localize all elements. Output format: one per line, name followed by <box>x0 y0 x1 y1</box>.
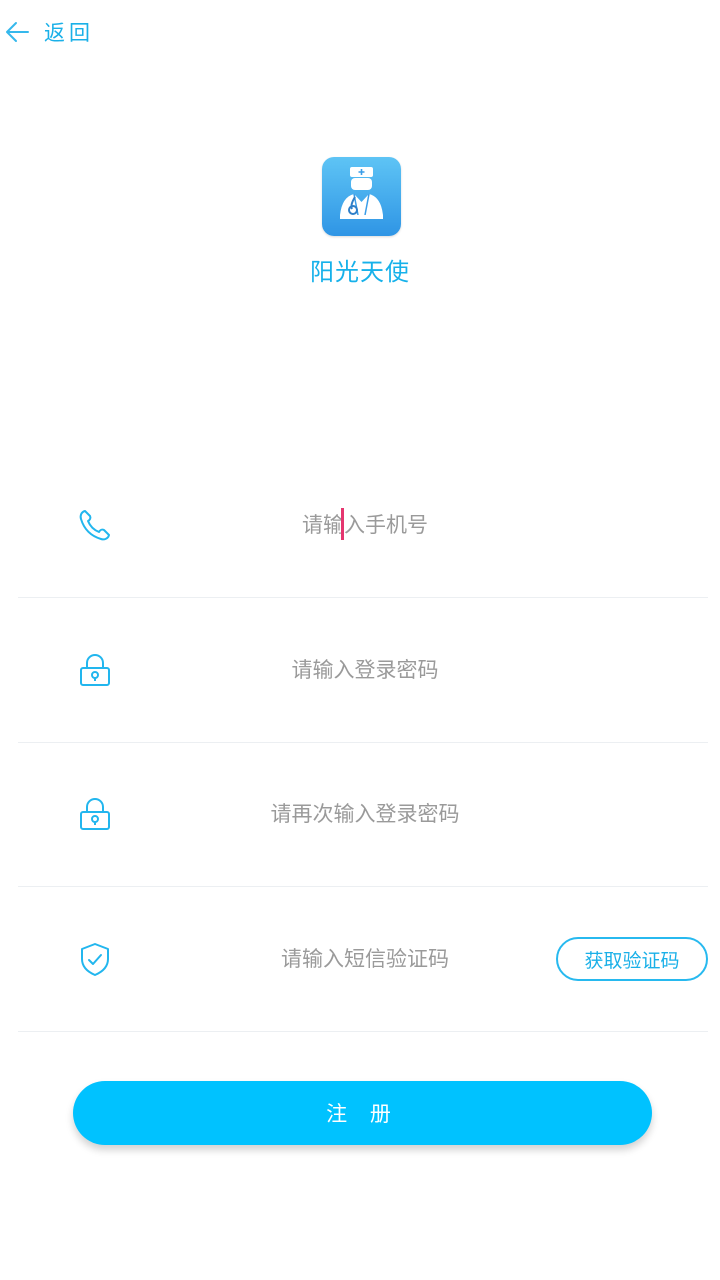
confirm-password-row <box>18 742 708 887</box>
lock-icon <box>80 798 110 830</box>
back-label: 返回 <box>44 21 94 45</box>
phone-input[interactable] <box>138 512 592 538</box>
arrow-left-icon <box>6 22 29 42</box>
confirm-password-field[interactable] <box>138 801 592 827</box>
shield-check-icon <box>81 943 109 976</box>
app-logo <box>322 157 401 236</box>
password-field[interactable] <box>138 657 592 683</box>
text-caret <box>341 508 344 540</box>
register-button[interactable]: 注 册 <box>73 1081 652 1145</box>
password-row <box>18 598 708 743</box>
confirm-password-input[interactable] <box>138 801 592 827</box>
get-code-button[interactable]: 获取验证码 <box>556 937 708 981</box>
phone-field[interactable] <box>138 512 592 538</box>
back-button[interactable]: 返回 <box>4 16 94 48</box>
phone-row <box>18 453 708 598</box>
lock-icon <box>80 654 110 686</box>
app-name: 阳光天使 <box>310 258 410 286</box>
phone-icon <box>79 510 110 541</box>
sms-code-field[interactable] <box>138 946 592 972</box>
password-input[interactable] <box>138 657 592 683</box>
doctor-icon <box>340 167 383 219</box>
sms-code-row: 获取验证码 <box>18 887 708 1032</box>
sms-code-input[interactable] <box>138 946 592 972</box>
